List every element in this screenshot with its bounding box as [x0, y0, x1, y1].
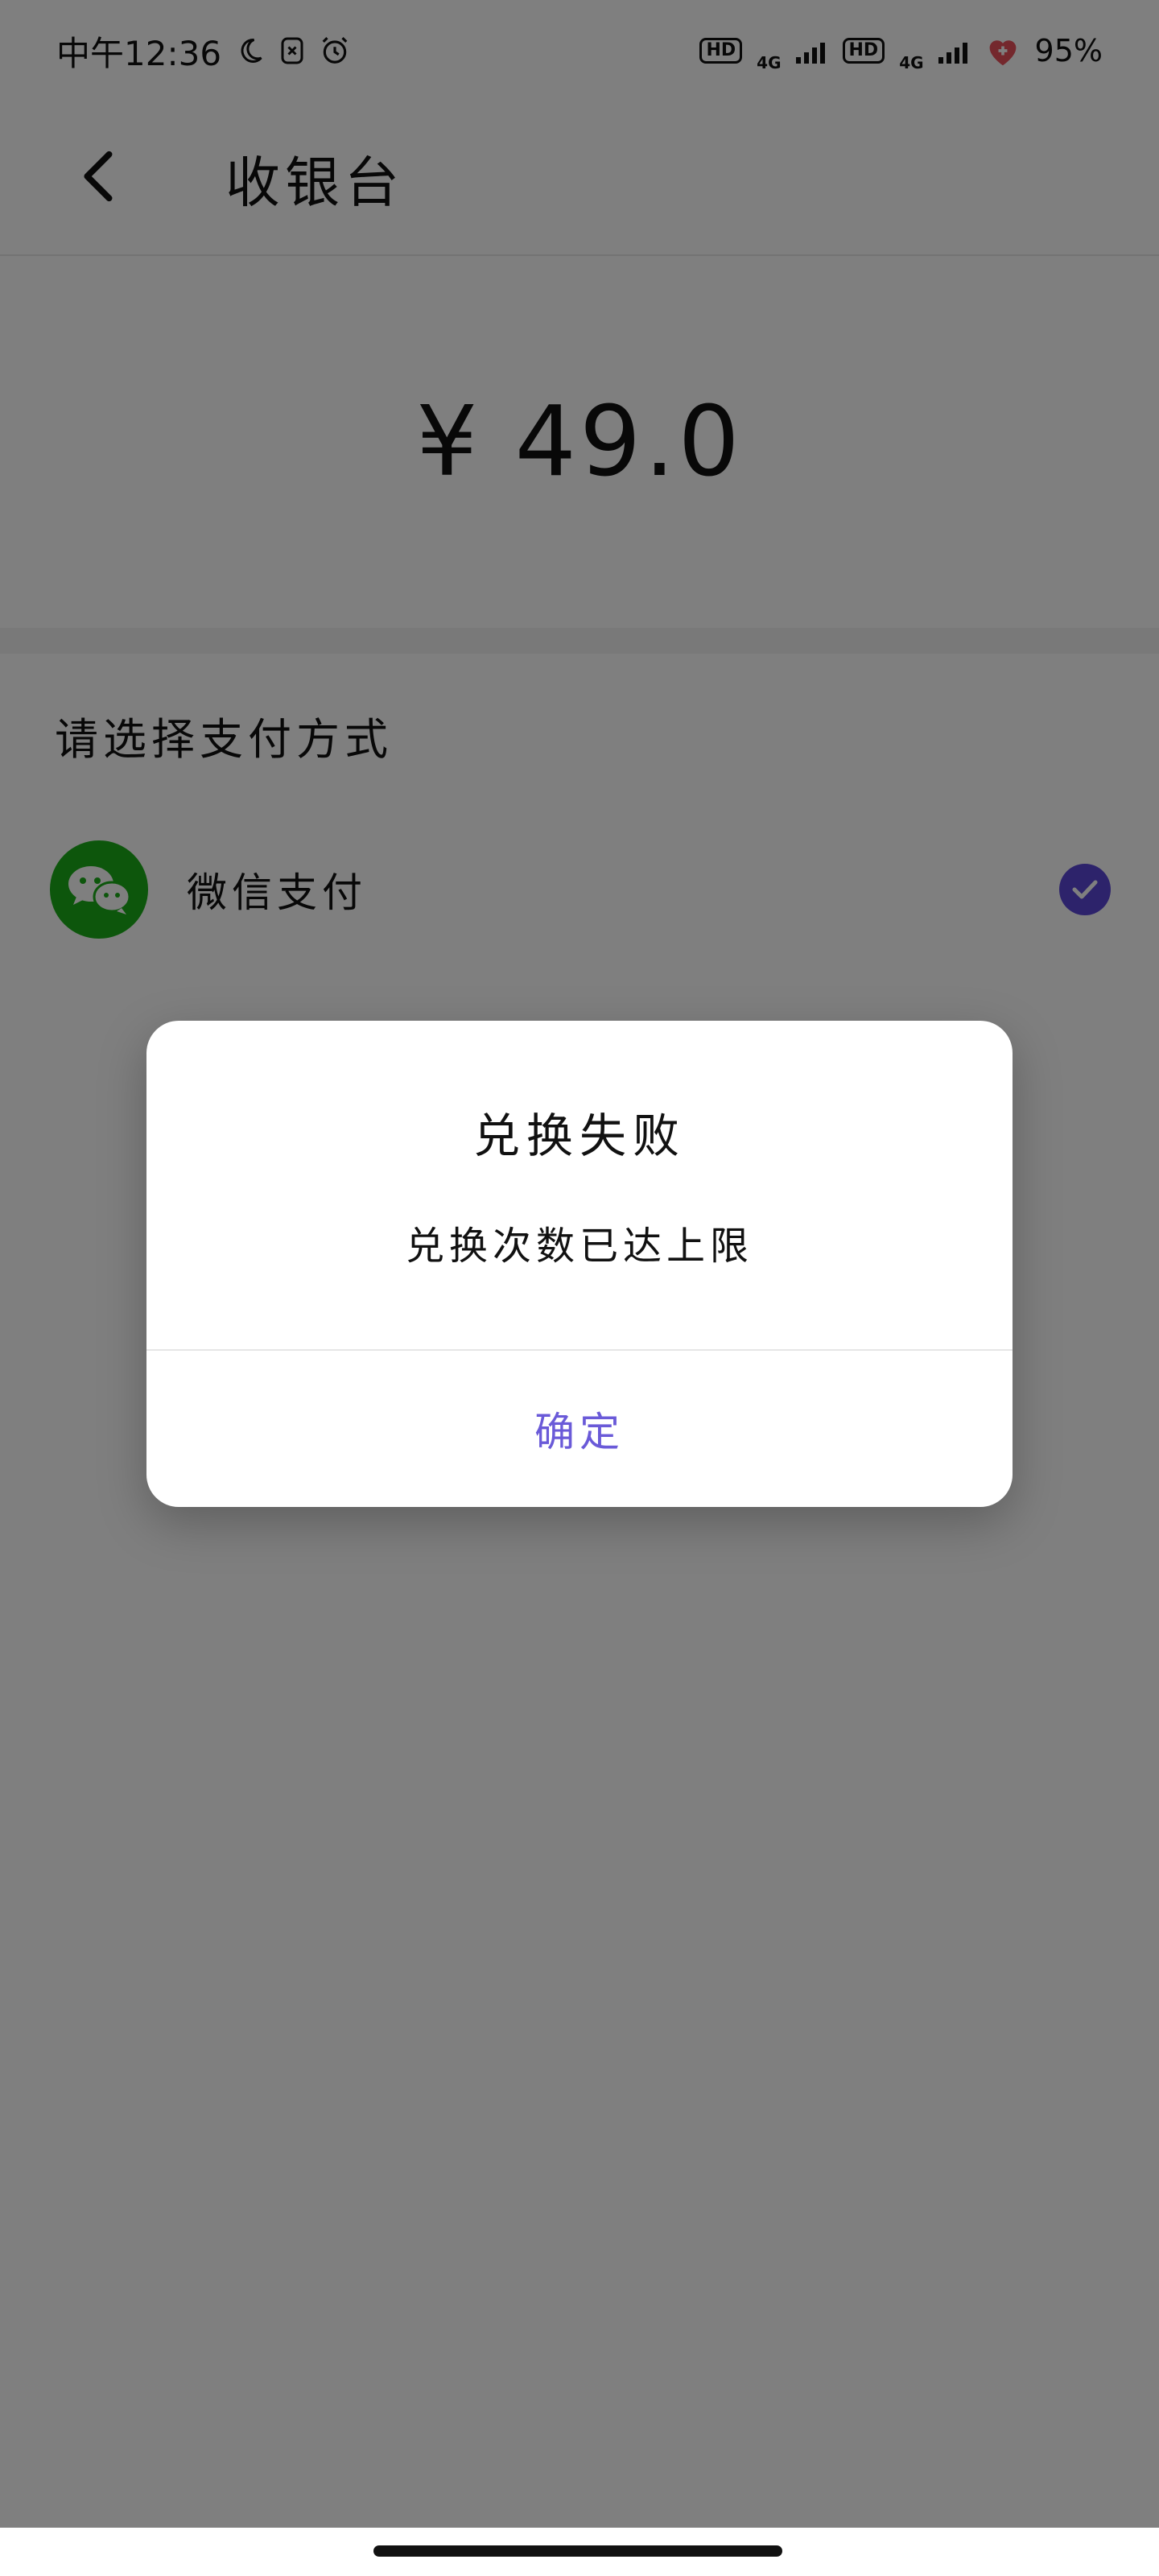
home-indicator[interactable]: [373, 2545, 782, 2557]
screen: 中午12:36 HD 4G HD 4G 95: [0, 0, 1159, 2576]
dialog-title: 兑换失败: [472, 1108, 686, 1163]
dialog-message: 兑换次数已达上限: [405, 1224, 753, 1269]
alert-dialog: 兑换失败 兑换次数已达上限 确定: [146, 1021, 1013, 1507]
confirm-button[interactable]: 确定: [146, 1351, 1013, 1507]
